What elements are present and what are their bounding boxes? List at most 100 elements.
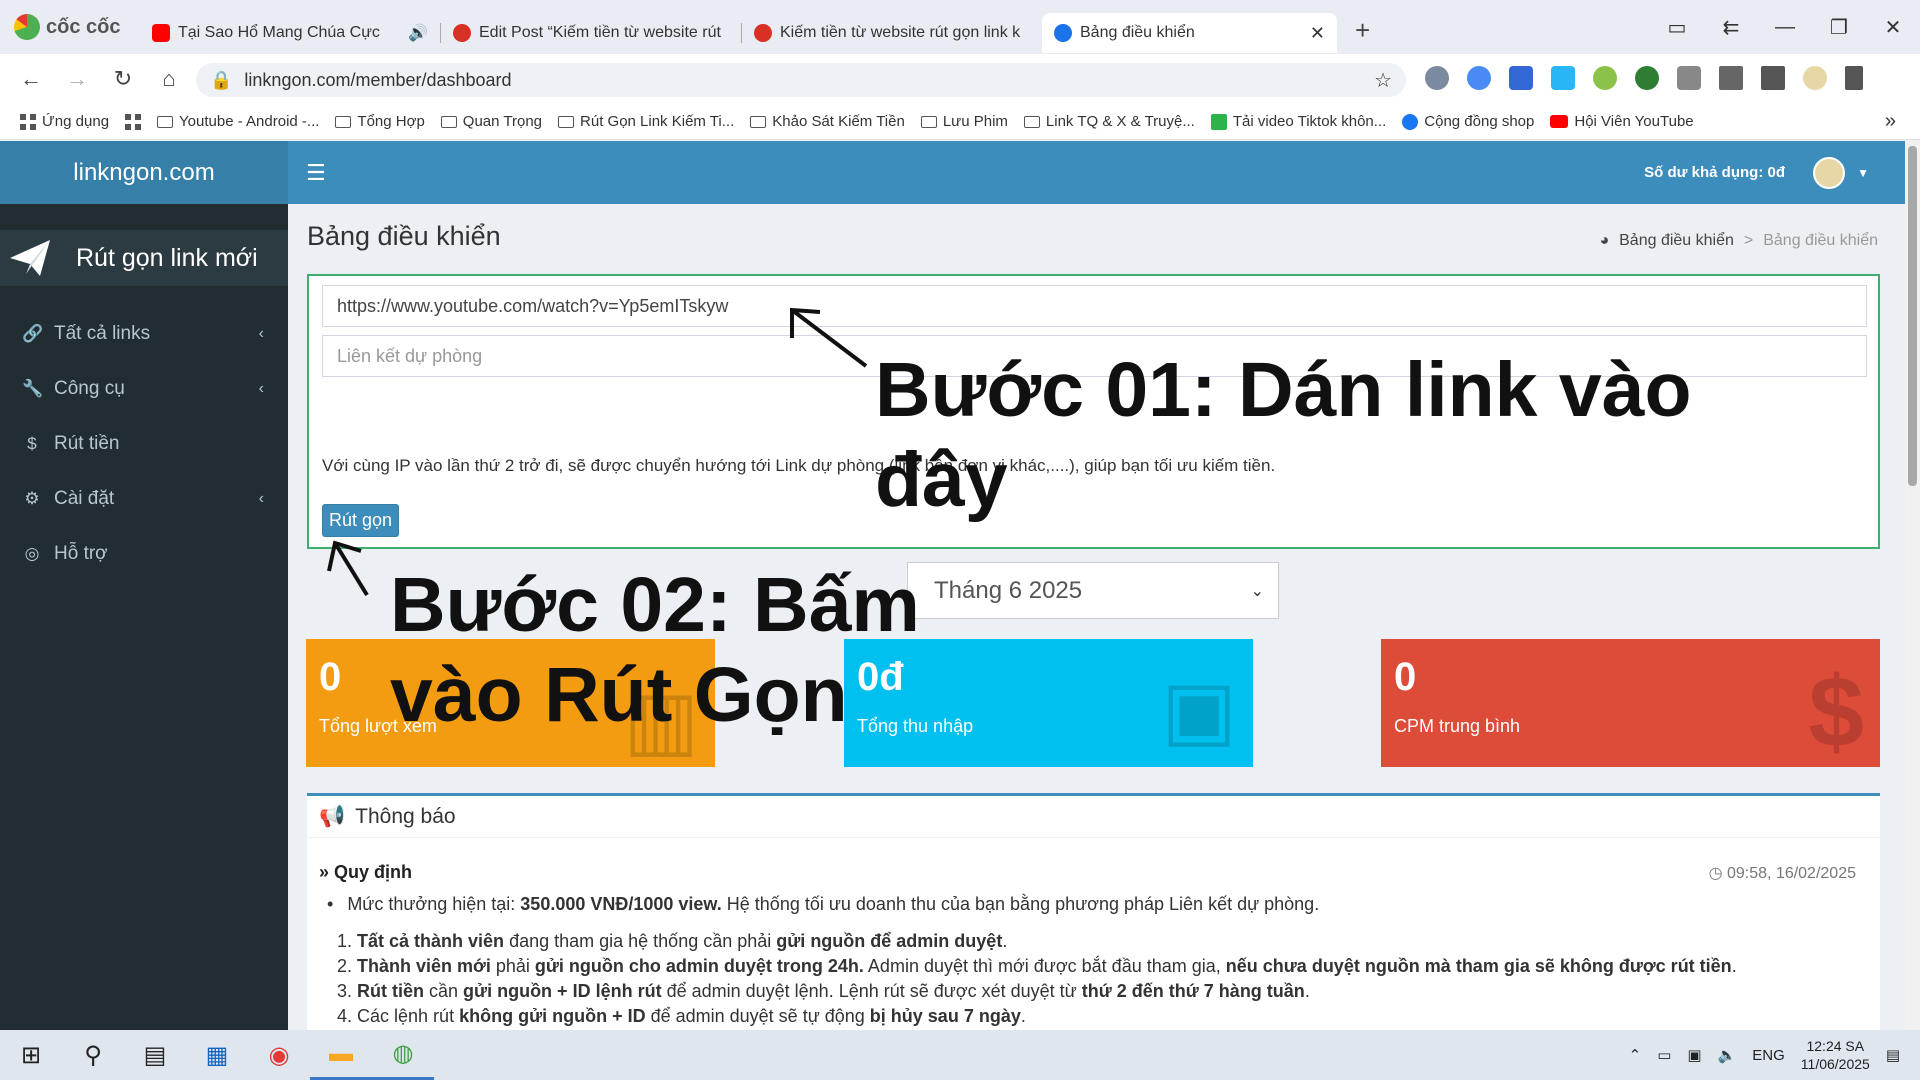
volume-icon[interactable]: 🔈 (1718, 1046, 1737, 1064)
restore-button[interactable]: ❐ (1812, 15, 1866, 40)
sidebar-item-tools[interactable]: 🔧 Công cụ ‹ (0, 361, 288, 416)
url-bar[interactable]: 🔒 linkngon.com/member/dashboard ☆ (196, 63, 1406, 97)
bookmark-item[interactable]: Khảo Sát Kiếm Tiền (750, 113, 905, 130)
breadcrumb-home[interactable]: Bảng điều khiển (1619, 232, 1734, 250)
extension-icon[interactable] (1593, 66, 1617, 90)
coccoc-logo-icon (14, 14, 40, 40)
hamburger-menu-icon[interactable]: ☰ (306, 160, 326, 186)
sidepanel-icon[interactable] (1761, 66, 1785, 90)
page-scrollbar[interactable] (1905, 141, 1920, 1030)
chrome-icon[interactable]: ◉ (248, 1030, 310, 1080)
back-history-icon[interactable]: ⇇ (1704, 15, 1758, 40)
reload-button[interactable]: ↻ (100, 66, 146, 92)
sidebar-item-withdraw[interactable]: $ Rút tiền (0, 416, 288, 471)
bookmark-item[interactable]: Youtube - Android -... (157, 113, 319, 130)
new-short-link-button[interactable]: Rút gọn link mới (0, 230, 288, 286)
playlist-icon[interactable] (1719, 66, 1743, 90)
minimize-button[interactable]: — (1758, 16, 1812, 39)
chevron-up-icon[interactable]: ⌃ (1629, 1046, 1642, 1064)
bookmark-item[interactable]: Tổng Hợp (335, 113, 425, 130)
system-tray: ⌃ ▭ ▣ 🔈 ENG 12:24 SA 11/06/2025 ▤ (1629, 1037, 1900, 1073)
grid-icon (125, 113, 142, 130)
bookmark-item[interactable]: Rút Gọn Link Kiếm Ti... (558, 113, 734, 130)
lifebuoy-icon: ◎ (24, 543, 40, 563)
extension-icon[interactable] (1551, 66, 1575, 90)
bookmark-item[interactable]: Cộng đồng shop (1402, 113, 1534, 130)
folder-icon (750, 115, 767, 128)
annotation-step-2: Bước 02: Bấm vào Rút Gọn (390, 562, 920, 738)
browser-brand[interactable]: cốc cốc (0, 0, 140, 54)
scrollbar-thumb[interactable] (1908, 146, 1917, 486)
chevron-left-icon: ‹ (258, 489, 264, 507)
forward-button[interactable]: → (54, 66, 100, 92)
sidebar-item-all-links[interactable]: 🔗 Tất cả links ‹ (0, 306, 288, 361)
folder-icon (558, 115, 575, 128)
language-indicator[interactable]: ENG (1752, 1047, 1785, 1064)
bookmarks-bar: Ứng dụng Youtube - Android -... Tổng Hợp… (0, 104, 1920, 140)
site-logo[interactable]: linkngon.com (0, 141, 288, 204)
close-tab-icon[interactable]: ✕ (1310, 23, 1325, 44)
close-window-button[interactable]: ✕ (1866, 15, 1920, 40)
extension-icon[interactable] (1467, 66, 1491, 90)
chevron-left-icon: ‹ (258, 324, 264, 342)
sidebar-item-settings[interactable]: ⚙ Cài đặt ‹ (0, 471, 288, 526)
tab-1[interactable]: Tại Sao Hổ Mang Chúa Cực 🔊 (140, 13, 440, 53)
speaker-icon[interactable]: 🔊 (408, 23, 428, 43)
menu-icon[interactable] (1845, 66, 1863, 90)
extension-icon[interactable] (1425, 66, 1449, 90)
coccoc-taskbar-icon[interactable]: ◍ (372, 1030, 434, 1080)
puzzle-icon[interactable] (1677, 66, 1701, 90)
rule-title: » Quy định (319, 862, 413, 882)
notice-panel: 📢 Thông báo » Quy định ◷ 09:58, 16/02/20… (307, 793, 1880, 1053)
sidebar-item-support[interactable]: ◎ Hỗ trợ (0, 526, 288, 581)
address-toolbar: ← → ↻ ⌂ 🔒 linkngon.com/member/dashboard … (0, 54, 1920, 104)
bookmark-item[interactable]: Link TQ & X & Truyệ... (1023, 113, 1195, 130)
back-button[interactable]: ← (8, 66, 54, 92)
notice-header: 📢 Thông báo (307, 796, 1880, 838)
lock-icon: 🔒 (210, 69, 233, 90)
bookmark-apps[interactable]: Ứng dụng (20, 113, 109, 130)
chevron-down-icon: ⌄ (1250, 582, 1264, 600)
bookmark-item[interactable]: Quan Trọng (440, 113, 542, 130)
screenshot-icon[interactable]: ▭ (1650, 15, 1704, 40)
search-icon[interactable]: ⚲ (62, 1030, 124, 1080)
battery-icon[interactable]: ▭ (1657, 1046, 1671, 1064)
clock-icon: ◷ (1708, 865, 1723, 882)
windows-taskbar: ⊞ ⚲ ▤ ▦ ◉ ▬ ◍ ⌃ ▭ ▣ 🔈 ENG 12:24 SA 11/06… (0, 1030, 1920, 1080)
bookmark-item[interactable]: Lưu Phim (920, 113, 1008, 130)
tab-3[interactable]: Kiếm tiền từ website rút gọn link k (742, 13, 1042, 53)
shorten-button[interactable]: Rút gọn (322, 504, 400, 537)
reward-rate: Mức thưởng hiện tại: 350.000 VNĐ/1000 vi… (347, 892, 1737, 917)
tab-active-dashboard[interactable]: Bảng điều khiển ✕ (1042, 13, 1337, 53)
tab-2[interactable]: Edit Post “Kiếm tiền từ website rút (441, 13, 741, 53)
windows-start-icon[interactable]: ⊞ (0, 1030, 62, 1080)
home-button[interactable]: ⌂ (146, 66, 192, 92)
rules-list: Mức thưởng hiện tại: 350.000 VNĐ/1000 vi… (337, 892, 1737, 1029)
annotation-arrow-2 (327, 540, 369, 597)
bookmarks-overflow-icon[interactable]: » (1885, 110, 1896, 133)
network-icon[interactable]: ▣ (1687, 1046, 1701, 1064)
notification-icon[interactable]: ▤ (1886, 1046, 1900, 1064)
rule-item: 4. Các lệnh rút không gửi nguồn + ID để … (337, 1006, 1026, 1026)
profile-avatar[interactable] (1803, 66, 1827, 90)
apps-grid-icon (20, 113, 36, 130)
balance-display: Số dư khả dụng: 0đ (1644, 164, 1785, 181)
task-view-icon[interactable]: ▤ (124, 1030, 186, 1080)
bookmark-grid[interactable] (125, 113, 142, 130)
long-url-input[interactable]: https://www.youtube.com/watch?v=Yp5emITs… (322, 285, 1867, 327)
new-tab-button[interactable]: + (1355, 15, 1370, 46)
clock[interactable]: 12:24 SA 11/06/2025 (1801, 1037, 1870, 1073)
bookmark-star-icon[interactable]: ☆ (1374, 68, 1392, 93)
rule-item: 3. Rút tiền cần gửi nguồn + ID lệnh rút … (337, 981, 1310, 1001)
file-explorer-icon[interactable]: ▬ (310, 1030, 372, 1080)
translate-icon[interactable] (1509, 66, 1533, 90)
bookmark-item[interactable]: Tải video Tiktok khôn... (1210, 113, 1386, 130)
bookmark-item[interactable]: Hội Viên YouTube (1550, 113, 1694, 130)
download-icon (1210, 113, 1227, 130)
site-favicon-icon (754, 24, 772, 42)
store-icon[interactable]: ▦ (186, 1030, 248, 1080)
user-avatar[interactable] (1813, 156, 1845, 189)
extension-icon[interactable] (1635, 66, 1659, 90)
caret-down-icon[interactable]: ▼ (1857, 166, 1869, 180)
rule-timestamp: ◷ 09:58, 16/02/2025 (1708, 865, 1856, 882)
